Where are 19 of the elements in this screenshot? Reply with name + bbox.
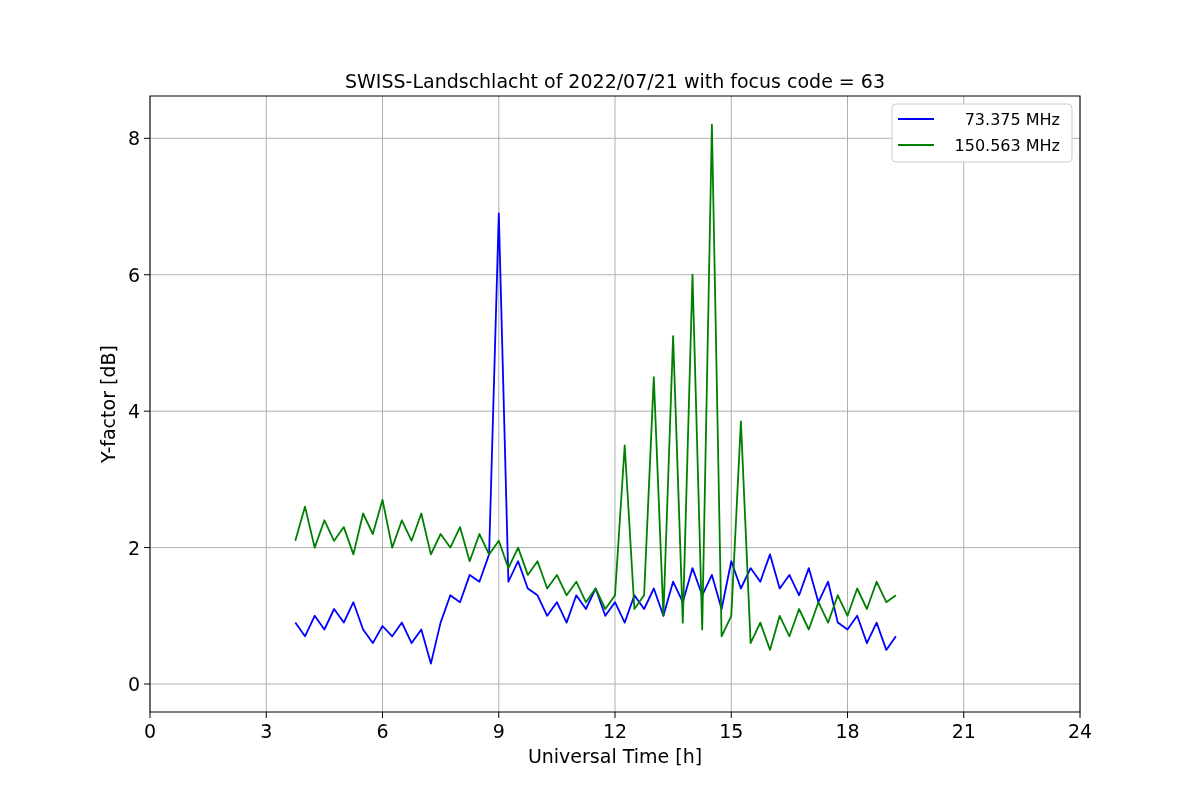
x-tick-label: 12 bbox=[602, 720, 628, 742]
chart-title: SWISS-Landschlacht of 2022/07/21 with focus code = 63 bbox=[345, 70, 885, 92]
x-tick-label: 21 bbox=[951, 720, 976, 742]
legend-label: 73.375 MHz bbox=[964, 110, 1060, 129]
y-tick-label: 0 bbox=[127, 673, 140, 696]
x-tick-label: 0 bbox=[143, 720, 157, 742]
legend-label: 150.563 MHz bbox=[954, 136, 1060, 155]
y-tick-label: 4 bbox=[127, 400, 140, 423]
x-tick-label: 9 bbox=[492, 720, 505, 742]
x-tick-label: 24 bbox=[1067, 720, 1093, 742]
x-tick-label: 18 bbox=[835, 720, 860, 742]
y-tick-label: 2 bbox=[127, 536, 140, 559]
y-tick-label: 6 bbox=[127, 263, 140, 286]
x-tick-label: 15 bbox=[719, 720, 744, 742]
y-axis-label: Y-factor [dB] bbox=[97, 345, 119, 463]
x-axis-label: Universal Time [h] bbox=[527, 745, 703, 767]
x-tick-label: 6 bbox=[376, 720, 389, 742]
y-tick-label: 8 bbox=[127, 127, 140, 150]
x-tick-label: 3 bbox=[260, 720, 273, 742]
